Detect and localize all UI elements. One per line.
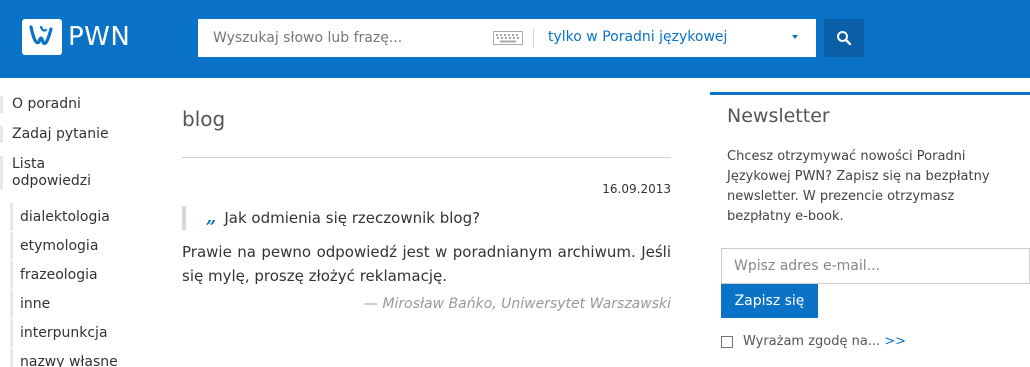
- consent-more-link[interactable]: >>: [884, 334, 906, 349]
- sidebar-item-o-poradni[interactable]: O poradni: [0, 96, 143, 113]
- keyboard-icon[interactable]: [493, 31, 523, 45]
- consent-label: Wyrażam zgodę na...: [743, 334, 881, 349]
- sidebar-item-zadaj-pytanie[interactable]: Zadaj pytanie: [0, 126, 143, 143]
- sidebar-subitem-etymologia[interactable]: etymologia: [10, 232, 143, 260]
- sidebar-nav: O poradni Zadaj pytanie Lista odpowiedzi…: [0, 92, 143, 367]
- search-button[interactable]: [824, 19, 864, 57]
- sidebar-item-lista-odpowiedzi[interactable]: Lista odpowiedzi: [0, 156, 110, 190]
- title-divider: [182, 157, 671, 158]
- logo-mark-icon: [22, 19, 62, 55]
- subscribe-button[interactable]: Zapisz się: [721, 284, 818, 318]
- question-block: „ Jak odmienia się rzeczownik blog?: [182, 206, 671, 230]
- sidebar-subitem-frazeologia[interactable]: frazeologia: [10, 261, 143, 289]
- email-field[interactable]: [721, 248, 1030, 284]
- sidebar-subitem-interpunkcja[interactable]: interpunkcja: [10, 319, 143, 347]
- search-bar: tylko w Poradni językowej: [198, 19, 816, 57]
- newsletter-panel: Newsletter Chcesz otrzymywać nowości Por…: [710, 92, 1030, 349]
- logo-text: PWN: [68, 22, 131, 52]
- search-scope-select[interactable]: tylko w Poradni językowej: [548, 29, 727, 45]
- main-content: blog 16.09.2013 „ Jak odmienia się rzecz…: [182, 92, 671, 312]
- page-title: blog: [182, 107, 226, 131]
- search-input[interactable]: [198, 20, 488, 56]
- chevron-down-icon[interactable]: [792, 35, 798, 39]
- pwn-logo[interactable]: PWN: [22, 19, 130, 55]
- quote-icon: „: [206, 207, 217, 228]
- search-divider: [533, 28, 534, 48]
- question-text: Jak odmienia się rzeczownik blog?: [224, 209, 481, 227]
- consent-checkbox[interactable]: [721, 335, 733, 348]
- sidebar-subitem-inne[interactable]: inne: [10, 290, 143, 318]
- sidebar-subitem-nazwy-wlasne[interactable]: nazwy własne: [10, 348, 143, 367]
- answer-author: — Mirosław Bańko, Uniwersytet Warszawski: [364, 296, 671, 312]
- consent-row[interactable]: Wyrażam zgodę na... >>: [721, 334, 906, 349]
- post-date: 16.09.2013: [602, 182, 671, 196]
- newsletter-title: Newsletter: [727, 105, 830, 127]
- newsletter-description: Chcesz otrzymywać nowości Poradni Języko…: [727, 149, 990, 224]
- sidebar-subitem-dialektologia[interactable]: dialektologia: [10, 203, 143, 231]
- search-icon: [837, 31, 852, 46]
- answer-text: Prawie na pewno odpowiedź jest w poradni…: [182, 243, 671, 285]
- site-header: PWN tylko w Poradni językowej: [0, 0, 1030, 78]
